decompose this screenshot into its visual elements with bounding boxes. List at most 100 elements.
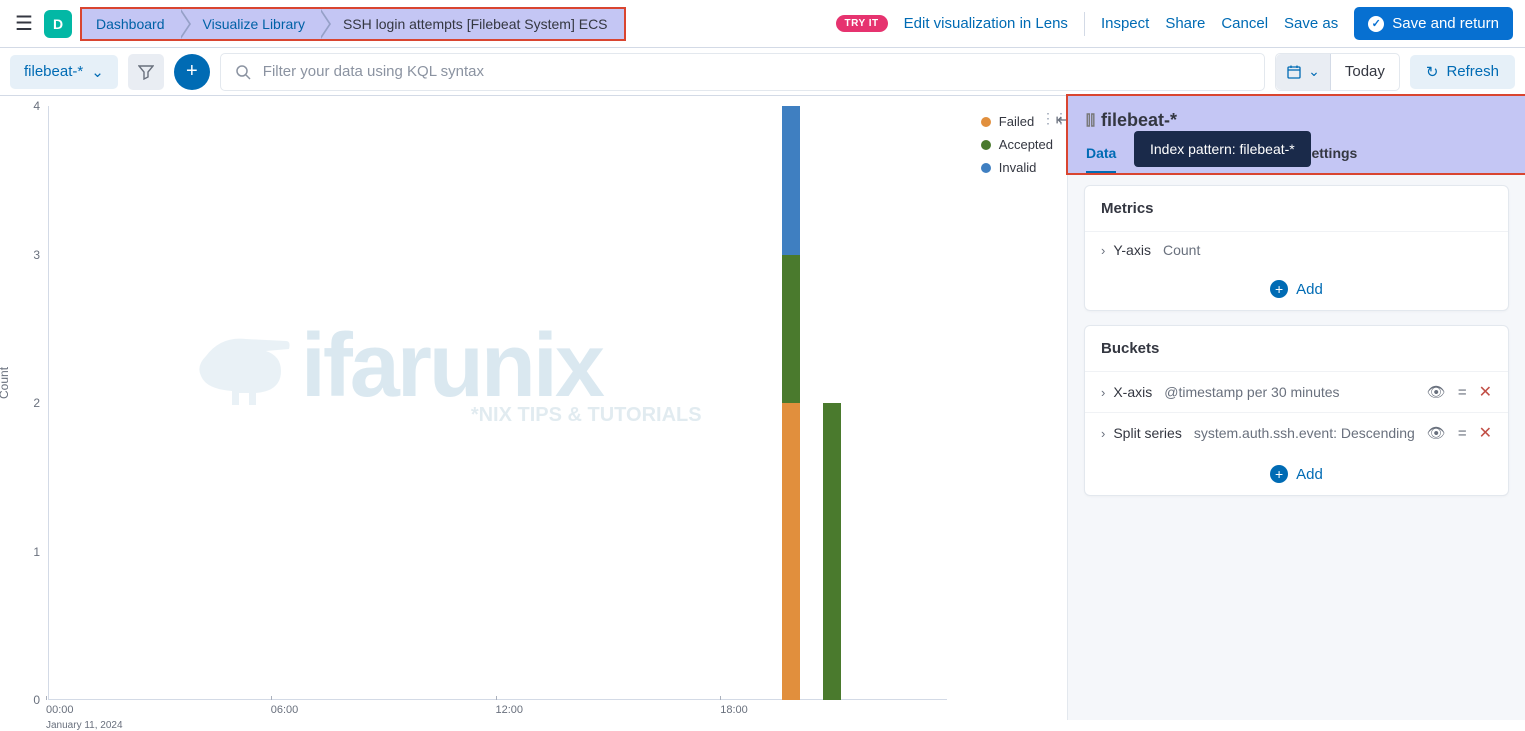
kql-search-input[interactable] [263,63,1250,80]
space-avatar[interactable]: D [44,10,72,38]
config-tabs: Data Metrics & axes Panel settings Index… [1086,145,1507,173]
edit-in-lens-link[interactable]: Edit visualization in Lens [904,15,1068,32]
filter-button[interactable] [128,54,164,90]
add-filter-button[interactable]: + [174,54,210,90]
breadcrumbs: Dashboard Visualize Library SSH login at… [80,7,626,41]
search-icon [235,64,251,80]
metric-label: Y-axis [1113,242,1151,258]
breadcrumb-dashboard[interactable]: Dashboard [82,9,181,39]
metrics-section: Metrics › Y-axis Count + Add [1084,185,1509,311]
bucket-label: Split series [1113,425,1181,441]
bar-segment-invalid[interactable] [782,106,800,255]
legend-dot [981,117,991,127]
metrics-heading: Metrics [1085,186,1508,231]
index-pattern-tooltip: Index pattern: filebeat-* [1134,131,1311,167]
bucket-row-actions: 👁 = ✕ [1427,423,1492,443]
bar-segment-accepted[interactable] [782,255,800,404]
drag-handle-icon[interactable]: ⫿⫿ [1086,112,1095,129]
legend-dot [981,163,991,173]
save-and-return-button[interactable]: ✓ Save and return [1354,7,1513,40]
breadcrumb-visualize-library[interactable]: Visualize Library [181,9,321,39]
x-tick: 00:00 [46,700,74,716]
add-metric-label: Add [1296,281,1323,298]
chart-plot[interactable]: 0123400:0006:0012:0018:00January 11, 202… [48,106,947,700]
eye-icon[interactable]: 👁 [1427,424,1446,442]
bucket-detail: @timestamp per 30 minutes [1164,384,1339,400]
add-bucket-button[interactable]: + Add [1085,453,1508,495]
config-body: Metrics › Y-axis Count + Add Buckets › X… [1068,173,1525,522]
y-axis-label: Count [0,367,11,399]
legend-label: Failed [999,114,1034,129]
breadcrumb-current: SSH login attempts [Filebeat System] ECS [321,9,624,39]
drag-icon[interactable]: = [1458,425,1467,442]
add-bucket-label: Add [1296,466,1323,483]
plus-circle-icon: + [1270,280,1288,298]
bucket-label: X-axis [1113,384,1152,400]
chevron-down-icon: ⌄ [1308,63,1320,80]
y-tick: 2 [33,396,48,410]
x-tick: 18:00 [720,700,748,716]
save-return-label: Save and return [1392,15,1499,32]
chevron-down-icon: ⌄ [91,63,104,81]
kql-search[interactable] [220,53,1265,91]
bucket-row-xaxis[interactable]: › X-axis @timestamp per 30 minutes 👁 = ✕ [1085,371,1508,412]
bar-segment-failed[interactable] [782,403,800,700]
chevron-right-icon: › [1101,426,1105,441]
bar-stack[interactable] [823,106,841,700]
date-picker[interactable]: ⌄ Today [1275,53,1400,91]
tab-data[interactable]: Data [1086,145,1116,173]
legend-label: Accepted [999,137,1053,152]
eye-icon[interactable]: 👁 [1427,383,1446,401]
date-range-label[interactable]: Today [1331,63,1399,80]
x-date-label: January 11, 2024 [46,716,123,731]
y-tick: 4 [33,99,48,113]
add-metric-button[interactable]: + Add [1085,268,1508,310]
check-icon: ✓ [1368,16,1384,32]
metric-row-yaxis[interactable]: › Y-axis Count [1085,231,1508,268]
inspect-link[interactable]: Inspect [1101,15,1149,32]
y-tick: 1 [33,545,48,559]
legend-label: Invalid [999,160,1037,175]
calendar-icon [1286,64,1302,80]
funnel-icon [138,64,154,80]
try-it-badge: TRY IT [836,15,888,32]
chevron-right-icon: › [1101,243,1105,258]
menu-icon[interactable]: ☰ [12,12,36,36]
bar-segment-accepted[interactable] [823,403,841,700]
bar-stack[interactable] [782,106,800,700]
cancel-link[interactable]: Cancel [1221,15,1268,32]
query-bar: filebeat-* ⌄ + ⌄ Today ↻ Refresh [0,48,1525,96]
legend-item-accepted[interactable]: Accepted [981,133,1053,156]
bucket-detail: system.auth.ssh.event: Descending [1194,425,1415,441]
config-panel: ⫿⫿ filebeat-* Data Metrics & axes Panel … [1067,96,1525,720]
top-bar: ☰ D Dashboard Visualize Library SSH logi… [0,0,1525,48]
buckets-heading: Buckets [1085,326,1508,371]
y-tick: 3 [33,248,48,262]
save-as-link[interactable]: Save as [1284,15,1338,32]
index-pattern-label: filebeat-* [24,63,83,80]
chart-area: ifarunix *NIX TIPS & TUTORIALS Count 012… [0,96,1067,720]
delete-icon[interactable]: ✕ [1479,382,1492,402]
index-title-text: filebeat-* [1101,110,1177,131]
metric-detail: Count [1163,242,1200,258]
date-quick-select[interactable]: ⌄ [1276,54,1331,90]
legend-dot [981,140,991,150]
refresh-label: Refresh [1446,63,1499,80]
buckets-section: Buckets › X-axis @timestamp per 30 minut… [1084,325,1509,496]
config-header: ⫿⫿ filebeat-* Data Metrics & axes Panel … [1066,94,1525,175]
x-tick: 12:00 [496,700,524,716]
refresh-icon: ↻ [1426,63,1439,81]
bucket-row-split-series[interactable]: › Split series system.auth.ssh.event: De… [1085,412,1508,453]
chevron-right-icon: › [1101,385,1105,400]
y-axis-line [48,106,49,700]
share-link[interactable]: Share [1165,15,1205,32]
legend-item-invalid[interactable]: Invalid [981,156,1053,179]
delete-icon[interactable]: ✕ [1479,423,1492,443]
refresh-button[interactable]: ↻ Refresh [1410,55,1515,89]
top-actions: TRY IT Edit visualization in Lens Inspec… [836,7,1513,40]
drag-icon[interactable]: = [1458,384,1467,401]
config-index-title[interactable]: ⫿⫿ filebeat-* [1086,110,1507,131]
index-pattern-picker[interactable]: filebeat-* ⌄ [10,55,118,89]
bucket-row-actions: 👁 = ✕ [1427,382,1492,402]
divider [1084,12,1085,36]
